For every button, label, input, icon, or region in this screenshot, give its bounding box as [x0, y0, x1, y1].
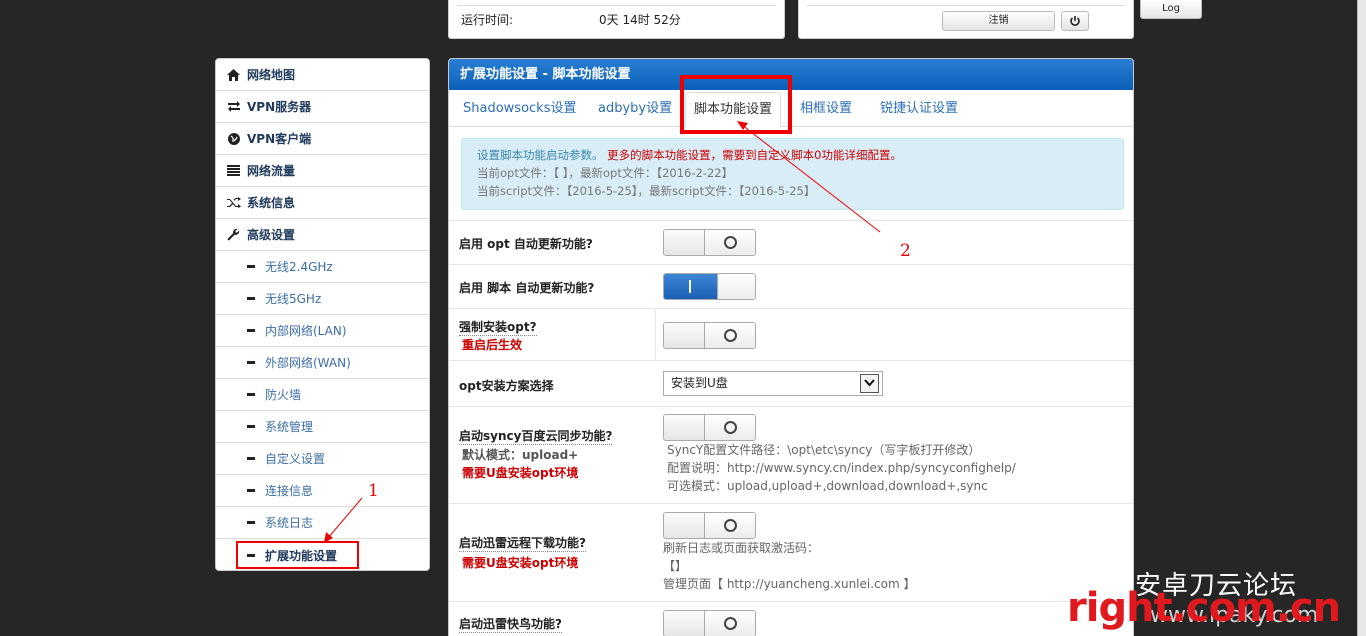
- watermark-brand-text: right.com.cn: [1067, 585, 1341, 631]
- annotation-label-2: 2: [900, 241, 911, 261]
- annotation-arrows: [324, 121, 881, 543]
- annotation-label-1: 1: [368, 481, 379, 501]
